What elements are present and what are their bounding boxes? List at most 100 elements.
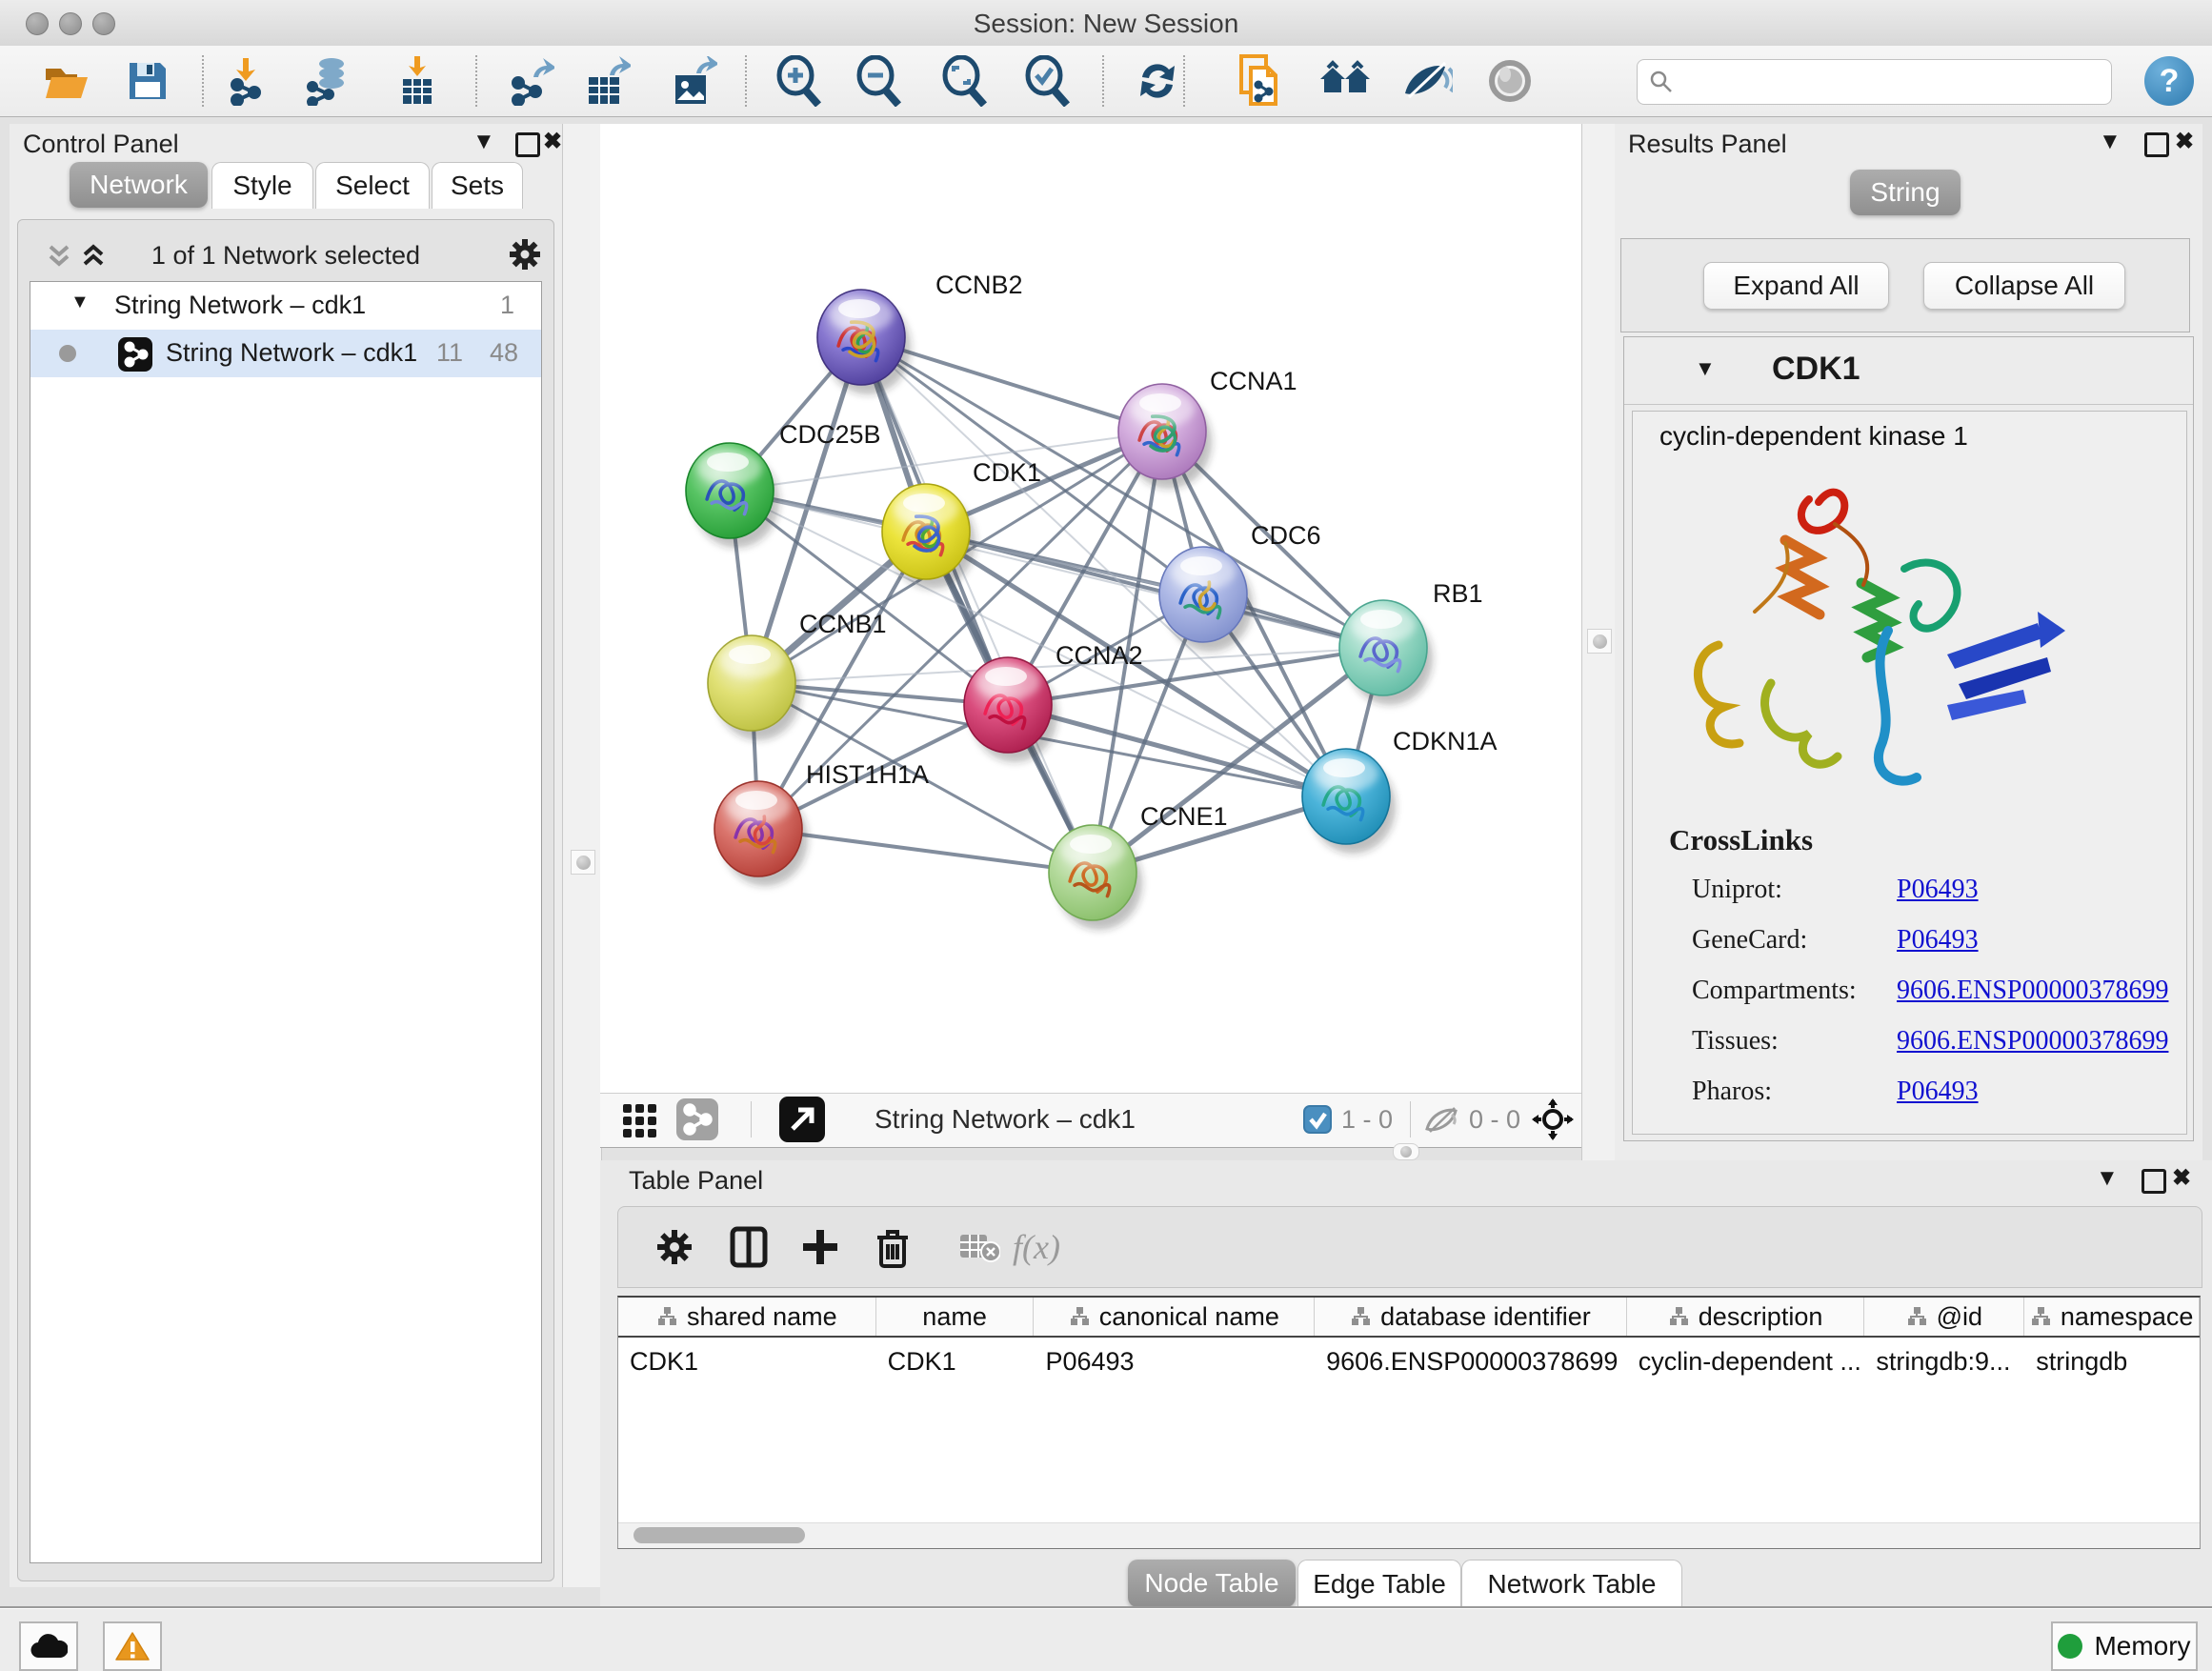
bottom-splitter-handle[interactable] [1393,1143,1419,1160]
birdseye-grid-icon[interactable] [621,1094,659,1145]
network-node-CCNE1[interactable] [1049,825,1142,930]
network-node-HIST1H1A[interactable] [714,781,808,886]
export-network-button[interactable] [505,55,556,107]
zoom-in-button[interactable] [774,55,825,107]
tab-network-table[interactable]: Network Table [1461,1560,1682,1608]
crosslink-link[interactable]: P06493 [1897,925,1979,956]
network-overview-icon[interactable] [676,1094,718,1145]
tab-string[interactable]: String [1850,170,1961,215]
network-node-CDC25B[interactable] [686,443,779,548]
column-header-database-identifier[interactable]: database identifier [1315,1298,1627,1336]
zoom-fit-button[interactable] [939,55,991,107]
network-node-CCNA2[interactable] [964,657,1057,762]
expand-all-button[interactable]: Expand All [1703,262,1889,310]
left-splitter-handle[interactable] [571,850,595,875]
collapse-all-button[interactable]: Collapse All [1923,262,2125,310]
table-cell[interactable]: cyclin-dependent ... [1627,1338,1865,1385]
add-column-icon[interactable] [794,1221,846,1273]
network-collection-row[interactable]: ▼ String Network – cdk1 1 [30,282,541,330]
crosslink-link[interactable]: P06493 [1897,1077,1979,1107]
crosslink-link[interactable]: 9606.ENSP00000378699 [1897,1026,2168,1057]
string-network-icon [118,337,152,372]
hide-selected-button[interactable] [1401,55,1453,107]
search-box [1637,59,2112,105]
tab-network[interactable]: Network [70,162,208,208]
tab-sets[interactable]: Sets [432,162,523,209]
tab-select[interactable]: Select [315,162,430,209]
network-node-CCNA1[interactable] [1118,384,1212,489]
tab-edge-table[interactable]: Edge Table [1297,1560,1461,1608]
network-label: String Network – cdk1 [166,338,417,368]
crosslink-label: GeneCard: [1692,925,1807,955]
left-splitter[interactable] [562,124,602,1587]
warning-button[interactable] [103,1621,162,1671]
right-splitter[interactable] [1581,124,1617,1160]
zoom-out-button[interactable] [854,55,905,107]
tab-node-table[interactable]: Node Table [1128,1560,1296,1607]
crosslink-link[interactable]: P06493 [1897,875,1979,905]
import-network-button[interactable] [224,55,275,107]
zoom-selected-button[interactable] [1022,55,1074,107]
export-view-button[interactable] [779,1094,825,1145]
copy-network-button[interactable] [1235,55,1286,107]
collapse-arrow-icon[interactable]: ▼ [70,292,90,313]
gear-icon[interactable] [508,237,542,272]
save-session-button[interactable] [122,55,173,107]
search-input[interactable] [1681,67,2111,98]
collapse-arrow-icon[interactable]: ▼ [1695,356,1716,381]
export-table-button[interactable] [581,55,633,107]
table-cell[interactable]: 9606.ENSP00000378699 [1315,1338,1627,1385]
table-cell[interactable]: CDK1 [876,1338,1035,1385]
collapse-panel-icon[interactable]: ▼ [2096,1166,2119,1191]
network-canvas[interactable]: CCNB2CCNA1CDC25BCDK1CDC6RB1CCNB1CCNA2CDK… [600,124,1581,1093]
memory-button[interactable]: Memory [2051,1621,2198,1671]
export-image-button[interactable] [668,55,719,107]
column-label: database identifier [1380,1302,1591,1332]
home-networks-button[interactable] [1318,55,1370,107]
table-horizontal-scrollbar[interactable] [618,1522,2200,1548]
column-header-canonical-name[interactable]: canonical name [1034,1298,1315,1336]
protein-header-row[interactable]: ▼ CDK1 [1624,337,2193,405]
close-panel-icon[interactable]: ✖ [2172,1166,2191,1191]
table-cell[interactable]: stringdb [2024,1338,2200,1385]
column-header-name[interactable]: name [876,1298,1035,1336]
collapse-panel-icon[interactable]: ▼ [2099,130,2122,154]
crosslink-link[interactable]: 9606.ENSP00000378699 [1897,976,2168,1006]
column-header-shared-name[interactable]: shared name [618,1298,876,1336]
show-all-button[interactable] [1484,55,1536,107]
network-node-CDKN1A[interactable] [1302,749,1396,854]
import-database-button[interactable] [302,55,353,107]
scrollbar-thumb[interactable] [633,1527,805,1543]
delete-table-icon[interactable] [954,1221,1005,1273]
selected-checkbox-icon[interactable] [1303,1094,1332,1145]
help-button[interactable]: ? [2144,56,2194,106]
table-gear-icon[interactable] [649,1221,700,1273]
tab-style[interactable]: Style [211,162,313,209]
network-node-RB1[interactable] [1339,600,1433,705]
right-splitter-handle[interactable] [1587,629,1612,654]
collapse-panel-icon[interactable]: ▼ [473,130,495,154]
hidden-eye-icon[interactable] [1423,1094,1459,1145]
open-session-button[interactable] [41,55,92,107]
float-panel-icon[interactable] [2144,132,2169,157]
network-row-selected[interactable]: String Network – cdk1 11 48 [30,330,541,377]
column-header-@id[interactable]: @id [1864,1298,2024,1336]
column-header-namespace[interactable]: namespace [2024,1298,2200,1336]
cloud-button[interactable] [19,1621,78,1671]
table-cell[interactable]: P06493 [1034,1338,1315,1385]
close-panel-icon[interactable]: ✖ [543,130,562,154]
table-cell[interactable]: stringdb:9... [1864,1338,2024,1385]
network-node-CCNB2[interactable] [817,290,911,394]
function-builder-icon[interactable]: f(x) [1011,1221,1062,1273]
table-cell[interactable]: CDK1 [618,1338,876,1385]
fit-crosshair-icon[interactable] [1532,1094,1574,1145]
delete-column-icon[interactable] [867,1221,918,1273]
show-columns-icon[interactable] [723,1221,774,1273]
table-row[interactable]: CDK1CDK1P064939606.ENSP00000378699cyclin… [618,1338,2200,1385]
float-panel-icon[interactable] [515,132,540,157]
column-header-description[interactable]: description [1627,1298,1865,1336]
close-panel-icon[interactable]: ✖ [2175,130,2194,154]
float-panel-icon[interactable] [2142,1169,2166,1194]
import-table-button[interactable] [392,55,443,107]
refresh-view-button[interactable] [1132,55,1183,107]
